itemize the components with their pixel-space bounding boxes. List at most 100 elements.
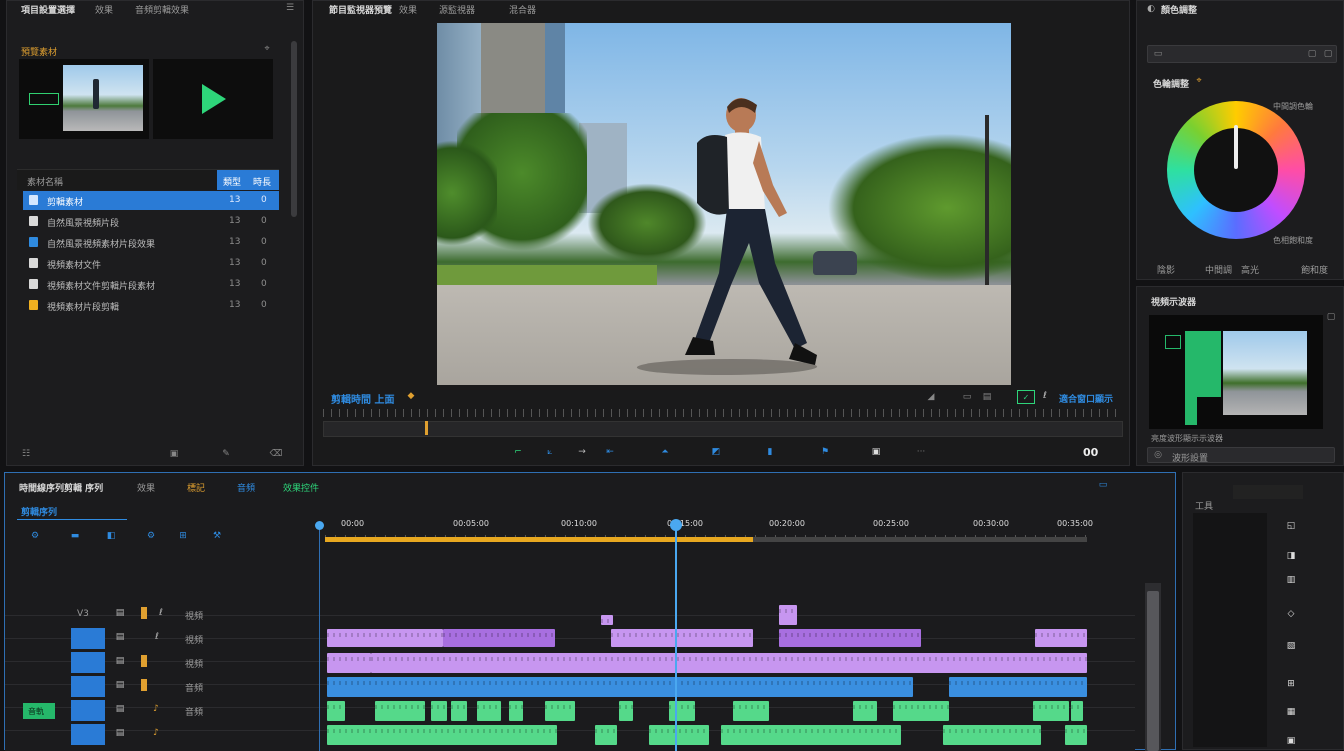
wheel-mode-icon[interactable]: ⌖ <box>1193 75 1205 87</box>
tab-source[interactable]: 源監視器 <box>439 3 475 16</box>
list-item[interactable]: 視頻素材文件剪輯片段素材 13 0 <box>23 275 279 294</box>
timeline-clip[interactable] <box>431 701 447 721</box>
timeline-clip[interactable] <box>779 629 921 647</box>
tab-effects[interactable]: 效果 <box>399 3 417 16</box>
tool-track-icon[interactable]: ◨ <box>1279 549 1303 563</box>
timeline-clip[interactable] <box>601 615 613 625</box>
timeline-clip[interactable] <box>669 701 695 721</box>
list-item[interactable]: 視頻素材文件 13 0 <box>23 254 279 273</box>
timeline-clip[interactable] <box>1033 701 1069 721</box>
timeline-clip[interactable] <box>1065 725 1087 745</box>
list-header-col1[interactable]: 類型 <box>223 175 241 188</box>
lock-icon[interactable]: ▢ <box>1322 48 1334 60</box>
timeline-clip[interactable] <box>853 701 877 721</box>
timeline-clip[interactable] <box>327 677 913 697</box>
scope-display[interactable] <box>1149 315 1323 429</box>
timeline-clip[interactable] <box>443 629 555 647</box>
timeline-clip[interactable] <box>649 725 709 745</box>
list-view-icon[interactable]: ☷ <box>19 447 33 461</box>
tool-razor-icon[interactable]: ◇ <box>1279 607 1303 621</box>
timecode-right[interactable]: 適合窗口顯示 <box>1059 392 1113 405</box>
color-control-highlights[interactable]: 高光 <box>1241 263 1259 276</box>
scope-menu-icon[interactable]: ▢ <box>1325 311 1337 323</box>
timeline-clip[interactable] <box>949 677 1087 697</box>
playhead-line[interactable] <box>675 523 677 751</box>
tool-slip-icon[interactable]: ▧ <box>1279 639 1303 653</box>
toggle-icon[interactable]: ℓ <box>1039 390 1051 402</box>
tab-mixer[interactable]: 混合器 <box>509 3 536 16</box>
color-control-saturation[interactable]: 飽和度 <box>1301 263 1328 276</box>
lift-icon[interactable]: ⏶ <box>655 445 675 459</box>
timeline-clip[interactable] <box>611 629 753 647</box>
arrow-icon[interactable]: → <box>575 445 589 459</box>
timeline-clip[interactable] <box>893 701 949 721</box>
color-preset-field[interactable]: ▭ ▢ ▢ <box>1147 45 1337 63</box>
scrub-bar[interactable] <box>323 421 1123 437</box>
timeline-clip[interactable] <box>477 701 501 721</box>
export-icon[interactable]: ▮ <box>763 445 777 459</box>
in-point-handle[interactable] <box>315 521 324 530</box>
timeline-scrollbar[interactable] <box>1145 583 1161 751</box>
timeline-clip[interactable] <box>943 725 1041 745</box>
tab-audio-effects[interactable]: 音頻剪輯效果 <box>135 3 189 16</box>
list-item[interactable]: 自然風景視頻片段 13 0 <box>23 212 279 231</box>
compare-icon[interactable]: ▤ <box>981 391 993 403</box>
video-frame[interactable] <box>437 23 1011 385</box>
timeline-clip[interactable] <box>619 701 633 721</box>
color-control-shadows[interactable]: 陰影 <box>1157 263 1175 276</box>
timeline-clip[interactable] <box>509 701 523 721</box>
tool-ripple-icon[interactable]: ▥ <box>1279 573 1303 587</box>
timeline-clip[interactable] <box>1035 629 1087 647</box>
list-item[interactable]: 視頻素材片段剪輯 13 0 <box>23 296 279 315</box>
list-item[interactable]: 剪輯素材 13 0 <box>23 191 279 210</box>
list-header-col2[interactable]: 時長 <box>253 175 271 188</box>
timeline-clip[interactable] <box>733 701 769 721</box>
tool-text-icon[interactable]: ▣ <box>1279 735 1303 747</box>
timeline-clip[interactable] <box>451 701 467 721</box>
tab-effects[interactable]: 效果 <box>95 3 113 16</box>
project-scrollbar[interactable] <box>291 41 297 217</box>
timecode-left[interactable]: 剪輯時間 上面 <box>331 391 394 406</box>
timeline-clip[interactable] <box>721 725 901 745</box>
timeline-scroll-thumb[interactable] <box>1147 591 1159 751</box>
pin-icon[interactable]: ⌖ <box>261 43 273 55</box>
delete-icon[interactable]: ⌫ <box>269 447 283 461</box>
tool-pen-icon[interactable]: ⊞ <box>1279 677 1303 691</box>
timeline-clip[interactable] <box>1071 701 1083 721</box>
timeline-clip[interactable] <box>327 725 557 745</box>
timeline-clip[interactable] <box>327 701 345 721</box>
list-item[interactable]: 自然風景視頻素材片段效果 13 0 <box>23 233 279 252</box>
export-frame-icon[interactable]: ▭ <box>961 391 973 403</box>
timeline-clip[interactable] <box>371 653 1087 673</box>
preview-thumbnail[interactable] <box>19 59 149 139</box>
playhead-handle[interactable] <box>670 519 682 531</box>
color-wheel[interactable] <box>1167 101 1305 239</box>
mark-out-icon[interactable]: ⟀ <box>543 445 557 459</box>
tool-select-icon[interactable]: ◱ <box>1279 519 1303 533</box>
timeline-clip[interactable] <box>327 629 443 647</box>
timeline-clip[interactable] <box>595 725 617 745</box>
color-wheel-handle[interactable] <box>1234 125 1238 169</box>
timeline-clip[interactable] <box>327 653 371 673</box>
scrub-ruler[interactable] <box>323 409 1121 417</box>
scope-settings-field[interactable]: ◎ 波形設置 <box>1147 447 1335 464</box>
panel-menu-icon[interactable]: ☰ <box>283 1 297 15</box>
edit-icon[interactable]: ✎ <box>219 447 233 461</box>
extract-icon[interactable]: ◩ <box>709 445 723 459</box>
reset-icon[interactable]: ▢ <box>1306 48 1318 60</box>
color-control-midtones[interactable]: 中間調 <box>1205 263 1232 276</box>
go-to-in-icon[interactable]: ⇤ <box>603 445 617 459</box>
scrub-playhead[interactable] <box>425 421 428 435</box>
new-item-icon[interactable]: ▣ <box>167 447 181 461</box>
timeline-clip[interactable] <box>779 605 797 625</box>
play-icon[interactable] <box>199 81 229 117</box>
list-header-tabs[interactable]: 類型 時長 <box>217 170 279 190</box>
safe-margins-icon[interactable]: ✓ <box>1017 390 1035 404</box>
marker-icon[interactable]: ◆ <box>405 390 417 402</box>
button-editor-icon[interactable]: ⚑ <box>817 445 833 459</box>
more-icon[interactable]: ··· <box>911 445 931 459</box>
zoom-level[interactable]: 00 <box>1083 446 1098 459</box>
timeline-clip[interactable] <box>375 701 425 721</box>
settings-icon[interactable]: ◢ <box>925 391 937 403</box>
preview-play-area[interactable] <box>153 59 273 139</box>
